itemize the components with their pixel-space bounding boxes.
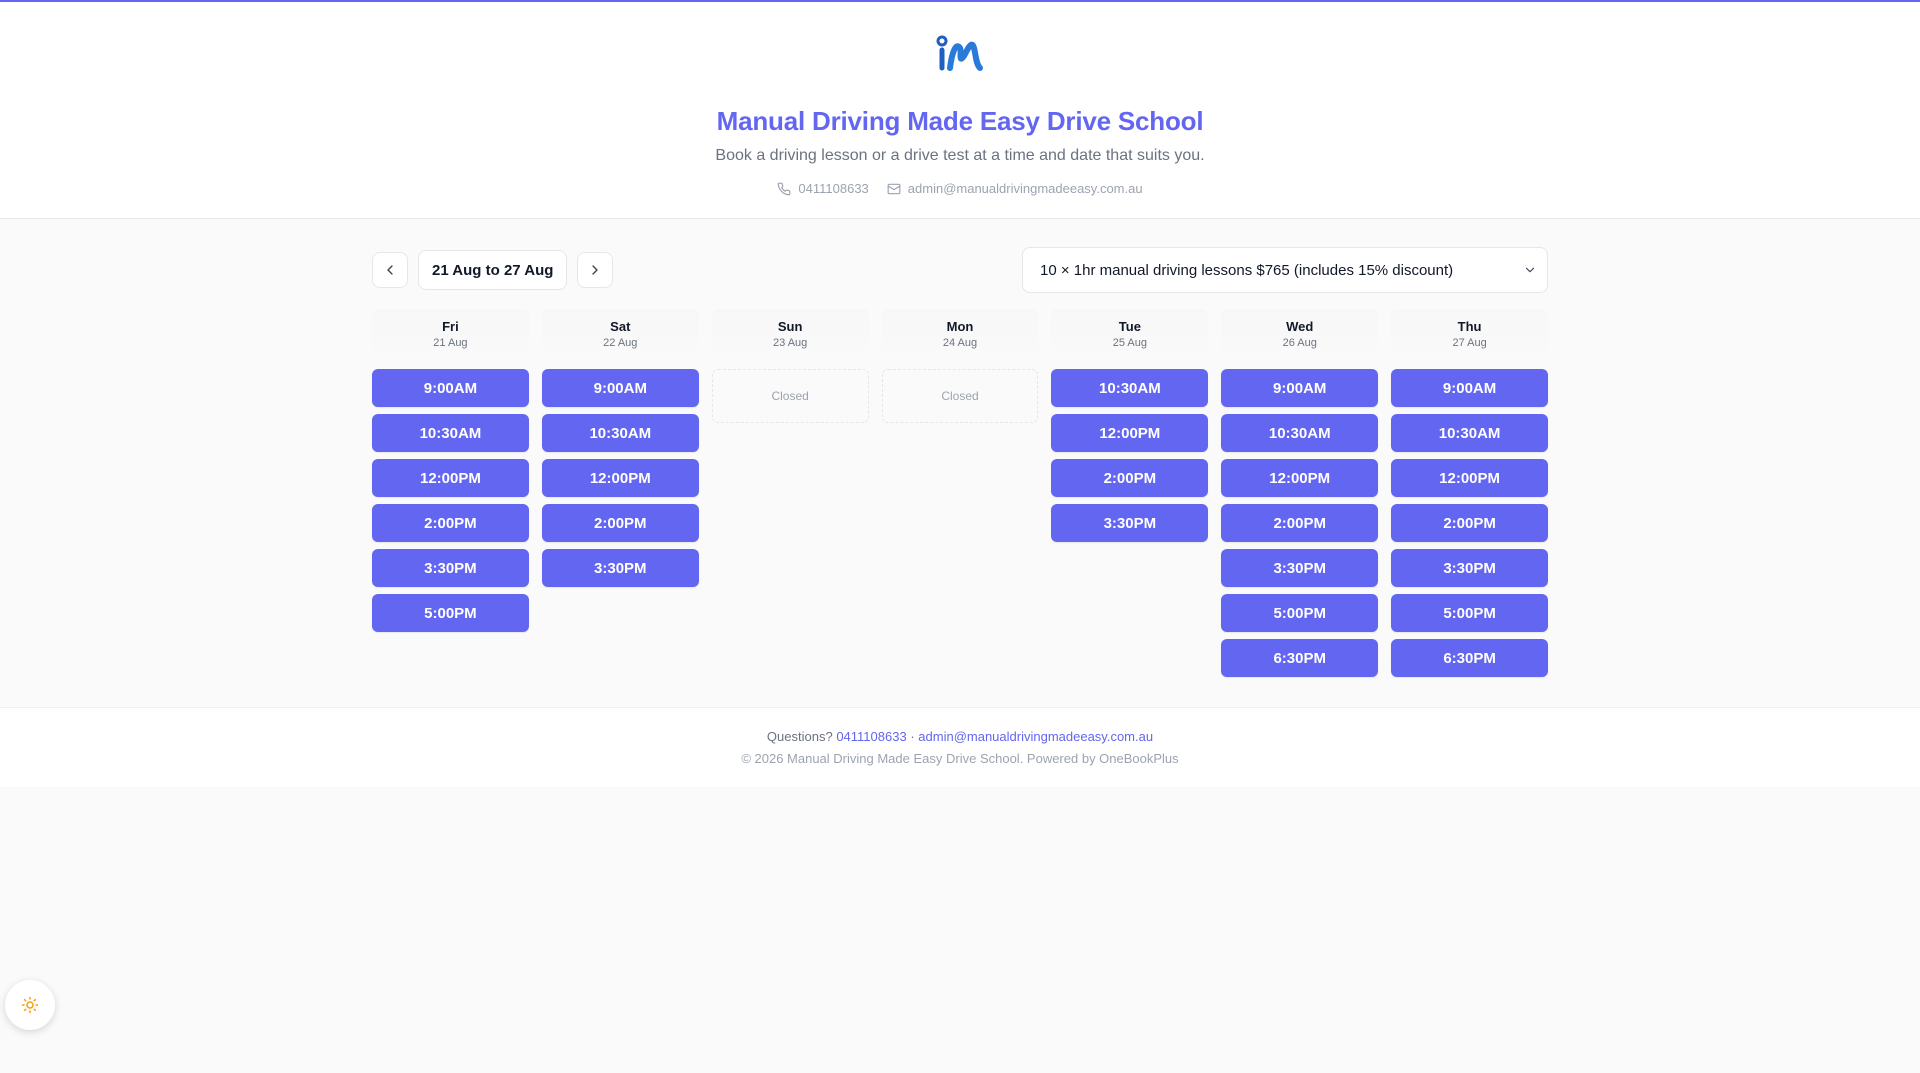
- time-slot-button[interactable]: 12:00PM: [1221, 459, 1379, 497]
- footer-email-link[interactable]: admin@manualdrivingmadeeasy.com.au: [918, 729, 1153, 744]
- time-slot-button[interactable]: 12:00PM: [372, 459, 529, 497]
- time-slot-button[interactable]: 3:30PM: [1221, 549, 1379, 587]
- service-select-value: 10 × 1hr manual driving lessons $765 (in…: [1040, 261, 1454, 279]
- day-name: Thu: [1457, 319, 1482, 334]
- mail-icon: [887, 183, 901, 194]
- time-slot-button[interactable]: 5:00PM: [1391, 594, 1549, 632]
- time-slot-list: 9:00AM 10:30AM 12:00PM 2:00PM 3:30PM 5:00PM 6:…: [1221, 369, 1379, 677]
- time-slot-button[interactable]: 5:00PM: [372, 594, 529, 632]
- top-accent-line: [0, 0, 1920, 2]
- day-column-wed: Wed 26 Aug 9:00AM 10:30AM 12:00PM 2:00PM 3:30P…: [1221, 309, 1379, 677]
- day-date: 25 Aug: [1112, 337, 1147, 349]
- closed-indicator: Closed: [711, 369, 869, 423]
- service-select[interactable]: 10 × 1hr manual driving lessons $765 (in…: [1022, 247, 1548, 293]
- time-slot-button[interactable]: 2:00PM: [1221, 504, 1379, 542]
- day-date: 21 Aug: [433, 337, 468, 349]
- phone-icon: [778, 182, 791, 195]
- sun-icon: [21, 996, 39, 1014]
- footer-copyright: © 2026 Manual Driving Made Easy Drive Sc…: [741, 751, 1179, 766]
- day-header: Tue 25 Aug: [1051, 309, 1209, 361]
- time-slot-button[interactable]: 2:00PM: [1391, 504, 1549, 542]
- school-header: Manual Driving Made Easy Drive School Bo…: [0, 0, 1920, 219]
- time-slot-button[interactable]: 3:30PM: [541, 549, 699, 587]
- footer-contact: Questions? 0411108633 · admin@manualdriv…: [0, 729, 1920, 744]
- day-column-fri: Fri 21 Aug 9:00AM 10:30AM 12:00PM 2:00PM 3:30P…: [372, 309, 529, 677]
- time-slot-button[interactable]: 3:30PM: [1391, 549, 1549, 587]
- time-slot-button[interactable]: 9:00AM: [1221, 369, 1379, 407]
- time-slot-button[interactable]: 3:30PM: [1051, 504, 1209, 542]
- day-date: 24 Aug: [942, 337, 978, 349]
- tagline: Book a driving lesson or a drive test at…: [715, 147, 1205, 164]
- contact-email-text: admin@manualdrivingmadeeasy.com.au: [907, 181, 1143, 196]
- chevron-left-icon: [387, 265, 393, 275]
- time-slot-button[interactable]: 6:30PM: [1391, 639, 1549, 677]
- time-slot-button[interactable]: 9:00AM: [372, 369, 529, 407]
- day-date: 23 Aug: [773, 337, 808, 349]
- chevron-down-icon: [1525, 267, 1535, 273]
- time-slot-button[interactable]: 3:30PM: [372, 549, 529, 587]
- day-column-thu: Thu 27 Aug 9:00AM 10:30AM 12:00PM 2:00PM 3:30P…: [1391, 309, 1549, 677]
- footer-phone-link[interactable]: 0411108633: [836, 729, 906, 744]
- time-slot-button[interactable]: 9:00AM: [541, 369, 699, 407]
- day-column-sat: Sat 22 Aug 9:00AM 10:30AM 12:00PM 2:00PM 3:30P…: [541, 309, 699, 677]
- time-slot-button[interactable]: 2:00PM: [541, 504, 699, 542]
- time-slot-list: 9:00AM 10:30AM 12:00PM 2:00PM 3:30PM 5:00PM: [372, 369, 529, 632]
- week-navigation: 21 Aug to 27 Aug: [372, 250, 614, 290]
- day-column-sun: Sun 23 Aug Closed: [711, 309, 869, 677]
- time-slot-button[interactable]: 12:00PM: [1051, 414, 1209, 452]
- day-header: Fri 21 Aug: [372, 309, 529, 361]
- day-name: Wed: [1286, 319, 1314, 334]
- time-slot-button[interactable]: 5:00PM: [1221, 594, 1379, 632]
- footer-separator: ·: [910, 729, 915, 744]
- closed-indicator: Closed: [881, 369, 1039, 423]
- day-date: 22 Aug: [603, 337, 638, 349]
- time-slot-list: 9:00AM 10:30AM 12:00PM 2:00PM 3:30PM 5:00PM 6:…: [1391, 369, 1549, 677]
- chevron-right-icon: [592, 265, 599, 275]
- booking-toolbar: 21 Aug to 27 Aug 10 × 1hr manual driving…: [372, 247, 1548, 293]
- time-slot-list: Closed: [711, 369, 869, 423]
- theme-toggle-button[interactable]: [5, 980, 55, 1030]
- day-header: Sat 22 Aug: [541, 309, 699, 361]
- day-header: Sun 23 Aug: [711, 309, 869, 361]
- time-slot-list: Closed: [881, 369, 1039, 423]
- contact-row: 0411108633 admin@manualdrivingmadeeasy.c…: [0, 181, 1920, 196]
- school-name: Manual Driving Made Easy Drive School: [716, 106, 1204, 136]
- booking-area: 21 Aug to 27 Aug 10 × 1hr manual driving…: [372, 219, 1549, 707]
- time-slot-button[interactable]: 10:30AM: [1391, 414, 1549, 452]
- school-logo: [936, 35, 983, 71]
- day-name: Sun: [777, 319, 803, 334]
- footer-questions-label: Questions?: [766, 729, 833, 744]
- contact-phone-text: 0411108633: [798, 181, 869, 196]
- time-slot-button[interactable]: 2:00PM: [1051, 459, 1209, 497]
- time-slot-button[interactable]: 6:30PM: [1221, 639, 1379, 677]
- day-header: Mon 24 Aug: [881, 309, 1039, 361]
- day-name: Tue: [1118, 319, 1141, 334]
- contact-phone[interactable]: 0411108633: [777, 181, 869, 196]
- time-slot-button[interactable]: 2:00PM: [372, 504, 529, 542]
- day-name: Sat: [610, 319, 631, 334]
- time-slot-list: 10:30AM 12:00PM 2:00PM 3:30PM: [1051, 369, 1209, 542]
- day-column-tue: Tue 25 Aug 10:30AM 12:00PM 2:00PM 3:30PM: [1051, 309, 1209, 677]
- day-header: Thu 27 Aug: [1391, 309, 1549, 361]
- contact-email[interactable]: admin@manualdrivingmadeeasy.com.au: [887, 181, 1143, 196]
- time-slot-button[interactable]: 10:30AM: [1221, 414, 1379, 452]
- time-slot-button[interactable]: 12:00PM: [1391, 459, 1549, 497]
- next-week-button[interactable]: [577, 252, 614, 288]
- time-slot-button[interactable]: 12:00PM: [541, 459, 699, 497]
- prev-week-button[interactable]: [372, 252, 408, 288]
- day-name: Fri: [442, 319, 459, 334]
- day-column-mon: Mon 24 Aug Closed: [881, 309, 1039, 677]
- day-header: Wed 26 Aug: [1221, 309, 1379, 361]
- time-slot-button[interactable]: 9:00AM: [1391, 369, 1549, 407]
- time-slot-button[interactable]: 10:30AM: [1051, 369, 1209, 407]
- date-range-label: 21 Aug to 27 Aug: [418, 250, 568, 290]
- week-calendar: Fri 21 Aug 9:00AM 10:30AM 12:00PM 2:00PM 3:30P…: [372, 309, 1549, 677]
- day-name: Mon: [946, 319, 974, 334]
- time-slot-button[interactable]: 10:30AM: [541, 414, 699, 452]
- day-date: 27 Aug: [1452, 337, 1487, 349]
- time-slot-list: 9:00AM 10:30AM 12:00PM 2:00PM 3:30PM: [541, 369, 699, 587]
- day-date: 26 Aug: [1282, 337, 1317, 349]
- time-slot-button[interactable]: 10:30AM: [372, 414, 529, 452]
- page-footer: Questions? 0411108633 · admin@manualdriv…: [0, 707, 1920, 787]
